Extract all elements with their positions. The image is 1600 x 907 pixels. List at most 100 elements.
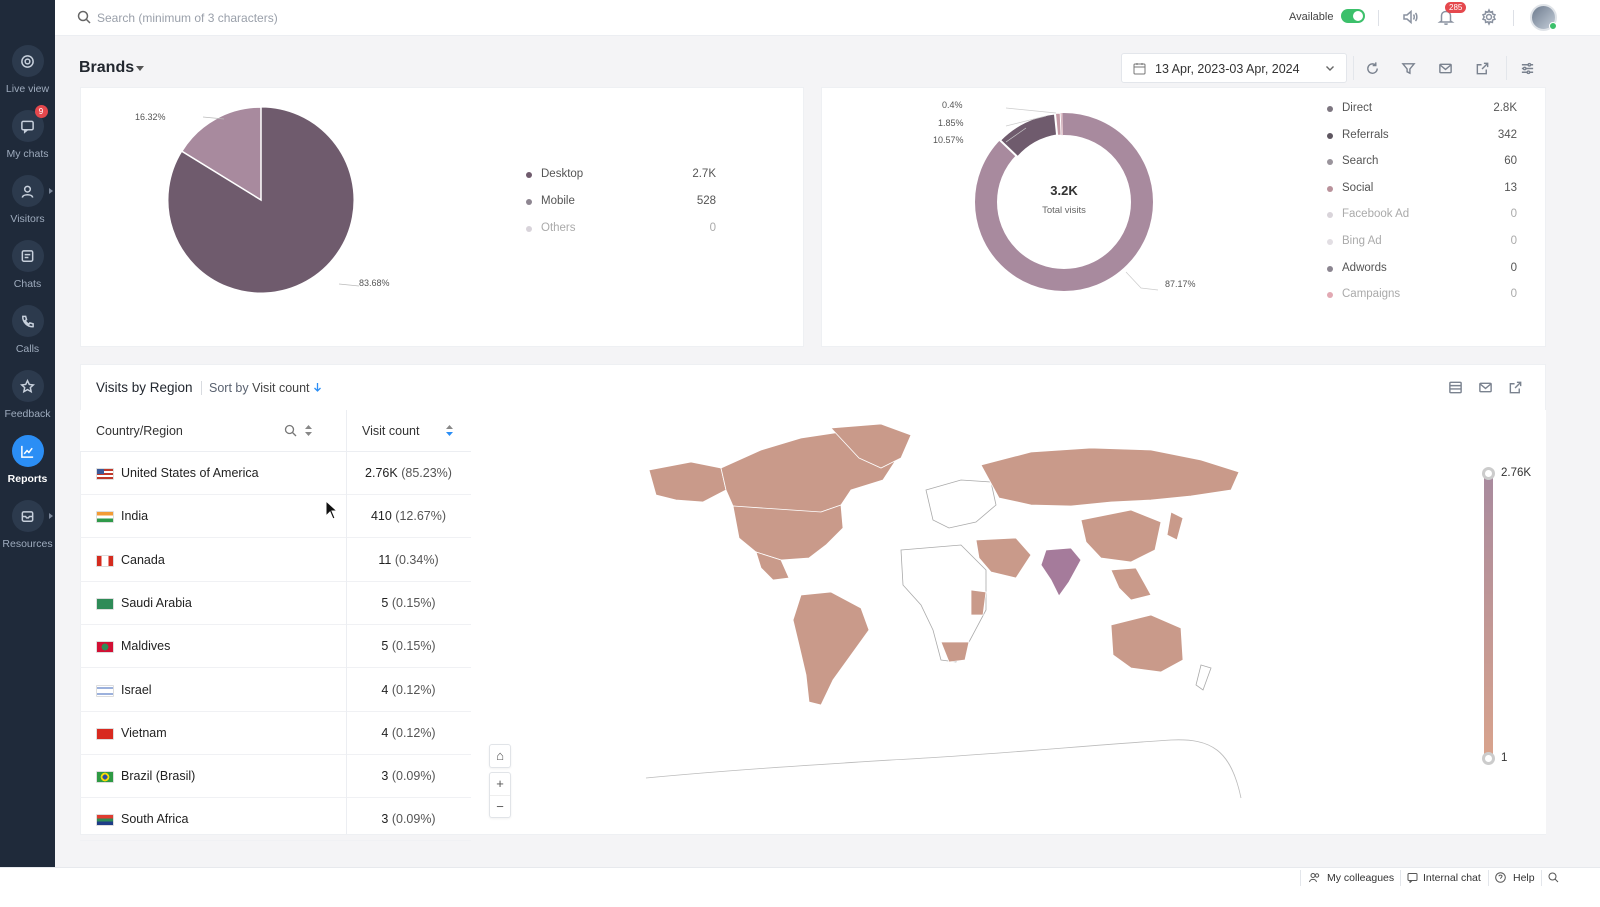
- legend-dot: [526, 226, 532, 232]
- search-icon[interactable]: [284, 424, 297, 437]
- legend-dot: [1327, 292, 1333, 299]
- column-header-visit-count[interactable]: Visit count: [347, 410, 471, 452]
- map-region-east-africa[interactable]: [970, 589, 987, 616]
- map-region-southeast-asia[interactable]: [1110, 567, 1152, 601]
- map-region-australia[interactable]: [1110, 614, 1184, 673]
- slice-label: 0.4%: [942, 100, 963, 110]
- map-region-russia[interactable]: [980, 447, 1240, 507]
- chevron-right-icon: [49, 188, 53, 194]
- zoom-out-button[interactable]: −: [490, 795, 510, 817]
- sidebar: Live view 9 My chats Visitors Chats Call…: [0, 0, 55, 887]
- table-row[interactable]: United States of America 2.76K (85.23%): [80, 452, 471, 495]
- search-input[interactable]: [97, 8, 497, 28]
- legend-label: Facebook Ad: [1342, 208, 1410, 221]
- map-region-new-zealand[interactable]: [1195, 664, 1212, 691]
- sort-icon[interactable]: [304, 424, 313, 437]
- slice-label: 10.57%: [933, 135, 964, 145]
- divider: [1300, 870, 1301, 886]
- table-row[interactable]: Brazil (Brasil) 3 (0.09%): [80, 755, 471, 799]
- legend-value: 0: [1510, 235, 1517, 247]
- table-row[interactable]: Vietnam 4 (0.12%): [80, 712, 471, 755]
- scale-max-label: 2.76K: [1501, 467, 1532, 479]
- search-icon[interactable]: [1548, 872, 1559, 883]
- mv-flag-icon: [96, 641, 114, 654]
- map-region-japan[interactable]: [1166, 511, 1184, 541]
- legend-label: Bing Ad: [1342, 235, 1382, 247]
- legend-value: 13: [1504, 181, 1517, 194]
- visit-count-value: 4: [381, 682, 389, 697]
- sidebar-item-resources[interactable]: Resources: [0, 500, 55, 550]
- arrow-down-icon: [314, 383, 321, 392]
- internal-chat-link[interactable]: Internal chat: [1423, 872, 1481, 884]
- visit-count: 4 (0.12%): [346, 726, 471, 740]
- column-header-country[interactable]: Country/Region: [80, 410, 346, 452]
- visit-count: 5 (0.15%): [346, 639, 471, 653]
- map-region-usa[interactable]: [732, 504, 844, 561]
- map-zoom-controls: + −: [489, 772, 511, 818]
- visit-count: 5 (0.15%): [346, 596, 471, 610]
- table-row[interactable]: Saudi Arabia 5 (0.15%): [80, 582, 471, 625]
- table-view-button[interactable]: [1440, 372, 1470, 402]
- table-row[interactable]: South Africa 3 (0.09%): [80, 798, 471, 842]
- map-region-china[interactable]: [1080, 509, 1162, 563]
- br-flag-icon: [96, 771, 114, 784]
- visit-count-value: 3: [381, 812, 389, 827]
- home-icon: ⌂: [496, 748, 504, 763]
- mail-icon: [1478, 382, 1492, 392]
- sidebar-item-label: Reports: [7, 473, 48, 485]
- date-range-picker[interactable]: 13 Apr, 2023-03 Apr, 2024: [1121, 53, 1347, 83]
- sidebar-item-visitors[interactable]: Visitors: [0, 175, 55, 225]
- table-row[interactable]: Maldives 5 (0.15%): [80, 625, 471, 669]
- legend-label: Referrals: [1342, 128, 1389, 141]
- legend-value: 0: [1510, 261, 1517, 274]
- speaker-icon[interactable]: [1401, 8, 1421, 28]
- visit-count-percent: (0.12%): [391, 725, 436, 740]
- visit-count-percent: (0.15%): [391, 595, 436, 610]
- sidebar-item-chats[interactable]: Chats: [0, 240, 55, 290]
- sidebar-item-my-chats[interactable]: 9 My chats: [0, 105, 55, 160]
- world-choropleth-map[interactable]: [471, 410, 1546, 834]
- my-colleagues-link[interactable]: My colleagues: [1327, 872, 1394, 884]
- filter-button[interactable]: [1393, 53, 1423, 83]
- sidebar-item-reports[interactable]: Reports: [0, 435, 55, 485]
- export-region-button[interactable]: [1500, 372, 1530, 402]
- chevron-down-icon[interactable]: [136, 66, 144, 71]
- map-region-alaska[interactable]: [648, 461, 727, 503]
- sidebar-item-calls[interactable]: Calls: [0, 305, 55, 355]
- email-button[interactable]: [1430, 53, 1460, 83]
- map-region-south-america[interactable]: [792, 591, 870, 706]
- online-status-dot: [1549, 22, 1557, 30]
- table-row[interactable]: India 410 (12.67%): [80, 495, 471, 539]
- gear-icon[interactable]: [1480, 8, 1500, 28]
- zoom-in-button[interactable]: +: [490, 773, 510, 795]
- map-region-europe[interactable]: [925, 479, 997, 529]
- availability-toggle[interactable]: [1341, 9, 1365, 23]
- page-title[interactable]: Brands: [79, 59, 134, 77]
- column-header-label: Country/Region: [96, 424, 183, 438]
- sidebar-item-label: Chats: [13, 278, 42, 290]
- section-title: Visits by Region: [96, 380, 193, 395]
- country-name: Canada: [121, 552, 165, 567]
- scale-handle-min[interactable]: [1482, 752, 1495, 765]
- settings-sliders-button[interactable]: [1512, 53, 1542, 83]
- sidebar-item-live-view[interactable]: Live view: [0, 45, 55, 95]
- map-region-india[interactable]: [1040, 547, 1082, 597]
- map-home-button[interactable]: ⌂: [489, 744, 511, 768]
- table-row[interactable]: Canada 11 (0.34%): [80, 539, 471, 582]
- visit-count: 3 (0.09%): [346, 769, 471, 783]
- visit-count-percent: (85.23%): [401, 466, 452, 480]
- table-row[interactable]: Israel 4 (0.12%): [80, 669, 471, 712]
- sort-control[interactable]: Sort by Visit count: [209, 381, 322, 395]
- email-region-button[interactable]: [1470, 372, 1500, 402]
- export-button[interactable]: [1467, 53, 1497, 83]
- sort-value: Visit count: [252, 381, 310, 395]
- sort-icon[interactable]: [445, 424, 454, 437]
- help-link[interactable]: Help: [1513, 872, 1535, 884]
- color-scale-bar: [1484, 474, 1493, 759]
- refresh-button[interactable]: [1357, 53, 1387, 83]
- map-region-antarctica: [645, 739, 1242, 799]
- donut-center-label: Total visits: [1042, 205, 1086, 216]
- scale-handle-max[interactable]: [1482, 467, 1495, 480]
- sidebar-item-feedback[interactable]: Feedback: [0, 370, 55, 420]
- legend-label: Adwords: [1342, 261, 1387, 274]
